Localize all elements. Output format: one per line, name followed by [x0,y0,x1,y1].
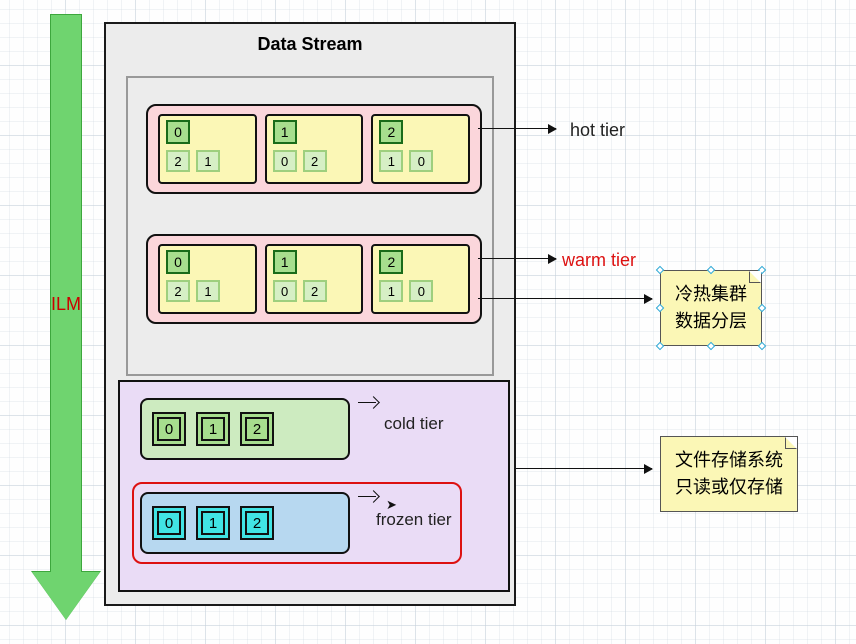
hot-node-0: 0 2 1 [158,114,257,184]
cold-shard: 1 [196,412,230,446]
primary-shard: 2 [379,250,403,274]
ilm-arrow-head-icon [32,572,100,620]
frozen-tier-group: 0 1 2 [140,492,350,554]
replica-shard: 0 [409,150,433,172]
frozen-shard: 0 [152,506,186,540]
primary-shard: 1 [273,250,297,274]
frozen-shard: 1 [196,506,230,540]
primary-shard: 1 [273,120,297,144]
warm-node-2: 2 1 0 [371,244,470,314]
note-line: 文件存储系统 [675,447,783,474]
warm-tier-label: warm tier [562,250,636,271]
warm-node-0: 0 2 1 [158,244,257,314]
warm-tier-group: 0 2 1 1 0 2 2 1 0 [146,234,482,324]
arrow-frozen-internal-icon [358,496,376,497]
arrow-cold-internal-icon [358,402,376,403]
hot-tier-group: 0 2 1 1 0 2 2 1 0 [146,104,482,194]
note-fold-icon [785,437,797,449]
arrow-warm-icon [478,258,556,259]
replica-shard: 0 [273,150,297,172]
replica-shard: 1 [196,150,220,172]
mouse-cursor-icon: ➤ [386,497,397,513]
frozen-shard: 2 [240,506,274,540]
hot-node-2: 2 1 0 [371,114,470,184]
replica-shard: 1 [379,150,403,172]
replica-shard: 2 [303,280,327,302]
cold-shard: 2 [240,412,274,446]
primary-shard: 0 [166,120,190,144]
data-stream-container: Data Stream 0 2 1 1 0 2 2 1 0 [104,22,516,606]
cold-tier-group: 0 1 2 [140,398,350,460]
note-line: 冷热集群 [675,281,747,308]
arrow-to-coldfrozen-note-icon [516,468,652,469]
hot-tier-label: hot tier [570,120,625,141]
hot-warm-note[interactable]: 冷热集群 数据分层 [660,270,762,346]
replica-shard: 1 [379,280,403,302]
note-line: 数据分层 [675,308,747,335]
ilm-lifecycle-arrow: ILM [44,14,88,624]
replica-shard: 1 [196,280,220,302]
cold-tier-label: cold tier [384,414,444,434]
primary-shard: 0 [166,250,190,274]
hot-node-1: 1 0 2 [265,114,364,184]
ilm-label: ILM [44,294,88,315]
cold-shard: 0 [152,412,186,446]
replica-shard: 2 [303,150,327,172]
note-line: 只读或仅存储 [675,474,783,501]
replica-shard: 0 [273,280,297,302]
arrow-to-hotwarm-note-icon [478,298,652,299]
data-stream-title: Data Stream [106,24,514,61]
arrow-hot-icon [478,128,556,129]
frozen-tier-label: frozen tier [376,510,452,530]
replica-shard: 2 [166,150,190,172]
replica-shard: 2 [166,280,190,302]
cold-frozen-region: 0 1 2 cold tier 0 1 2 frozen tier [118,380,510,592]
replica-shard: 0 [409,280,433,302]
primary-shard: 2 [379,120,403,144]
note-fold-icon [749,271,761,283]
cold-frozen-note[interactable]: 文件存储系统 只读或仅存储 [660,436,798,512]
warm-node-1: 1 0 2 [265,244,364,314]
